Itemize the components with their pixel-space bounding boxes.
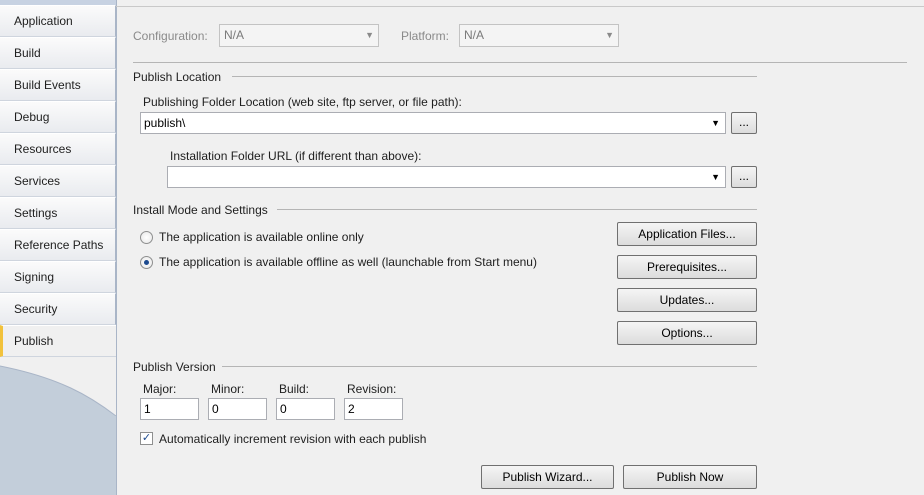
publish-page: [116, 0, 924, 495]
tab-build-events[interactable]: Build Events: [0, 69, 116, 101]
chevron-down-icon[interactable]: ▼: [711, 113, 720, 133]
auto-increment-checkbox[interactable]: ✓: [140, 432, 153, 445]
tab-debug[interactable]: Debug: [0, 101, 116, 133]
publish-version-title: Publish Version: [133, 360, 216, 374]
tab-settings[interactable]: Settings: [0, 197, 116, 229]
build-input[interactable]: 0: [276, 398, 335, 420]
install-mode-title: Install Mode and Settings: [133, 203, 268, 217]
configuration-value: N/A: [224, 28, 245, 42]
browse-installation-url-button[interactable]: ...: [731, 166, 757, 188]
install-mode-divider: [277, 209, 757, 210]
publish-version-divider: [222, 366, 757, 367]
installation-url-label: Installation Folder URL (if different th…: [170, 149, 422, 163]
tab-reference-paths[interactable]: Reference Paths: [0, 229, 116, 261]
publish-location-title: Publish Location: [133, 70, 222, 84]
active-tab-curve: [0, 356, 116, 416]
publishing-folder-combobox[interactable]: publish\ ▼: [140, 112, 726, 134]
options-button[interactable]: Options...: [617, 321, 757, 345]
auto-increment-label[interactable]: Automatically increment revision with ea…: [159, 432, 426, 446]
build-label: Build:: [279, 382, 310, 396]
configuration-label: Configuration:: [133, 29, 208, 43]
publishing-folder-label: Publishing Folder Location (web site, ft…: [143, 95, 462, 109]
chevron-down-icon[interactable]: ▼: [711, 167, 720, 187]
configuration-select[interactable]: N/A ▼: [219, 24, 379, 47]
minor-label: Minor:: [211, 382, 245, 396]
top-divider: [116, 6, 924, 7]
publish-wizard-button[interactable]: Publish Wizard...: [481, 465, 614, 489]
chevron-down-icon: ▼: [365, 30, 374, 40]
browse-publishing-folder-button[interactable]: ...: [731, 112, 757, 134]
publish-location-divider: [232, 76, 757, 77]
header-divider: [133, 62, 907, 63]
online-only-radio[interactable]: [140, 231, 153, 244]
tab-security[interactable]: Security: [0, 293, 116, 325]
offline-radio[interactable]: [140, 256, 153, 269]
platform-label: Platform:: [401, 29, 450, 43]
platform-select[interactable]: N/A ▼: [459, 24, 619, 47]
publish-now-button[interactable]: Publish Now: [623, 465, 757, 489]
major-input[interactable]: 1: [140, 398, 199, 420]
application-files-button[interactable]: Application Files...: [617, 222, 757, 246]
prerequisites-button[interactable]: Prerequisites...: [617, 255, 757, 279]
tab-build[interactable]: Build: [0, 37, 116, 69]
revision-label: Revision:: [347, 382, 397, 396]
minor-input[interactable]: 0: [208, 398, 267, 420]
installation-url-combobox[interactable]: ▼: [167, 166, 726, 188]
tab-application[interactable]: Application: [0, 5, 116, 37]
platform-value: N/A: [464, 28, 485, 42]
tab-publish[interactable]: Publish: [0, 325, 117, 357]
tab-services[interactable]: Services: [0, 165, 116, 197]
updates-button[interactable]: Updates...: [617, 288, 757, 312]
tab-signing[interactable]: Signing: [0, 261, 116, 293]
publishing-folder-value: publish\: [144, 116, 186, 130]
tab-resources[interactable]: Resources: [0, 133, 116, 165]
chevron-down-icon: ▼: [605, 30, 614, 40]
offline-label[interactable]: The application is available offline as …: [159, 255, 537, 269]
online-only-label[interactable]: The application is available online only: [159, 230, 364, 244]
major-label: Major:: [143, 382, 177, 396]
revision-input[interactable]: 2: [344, 398, 403, 420]
